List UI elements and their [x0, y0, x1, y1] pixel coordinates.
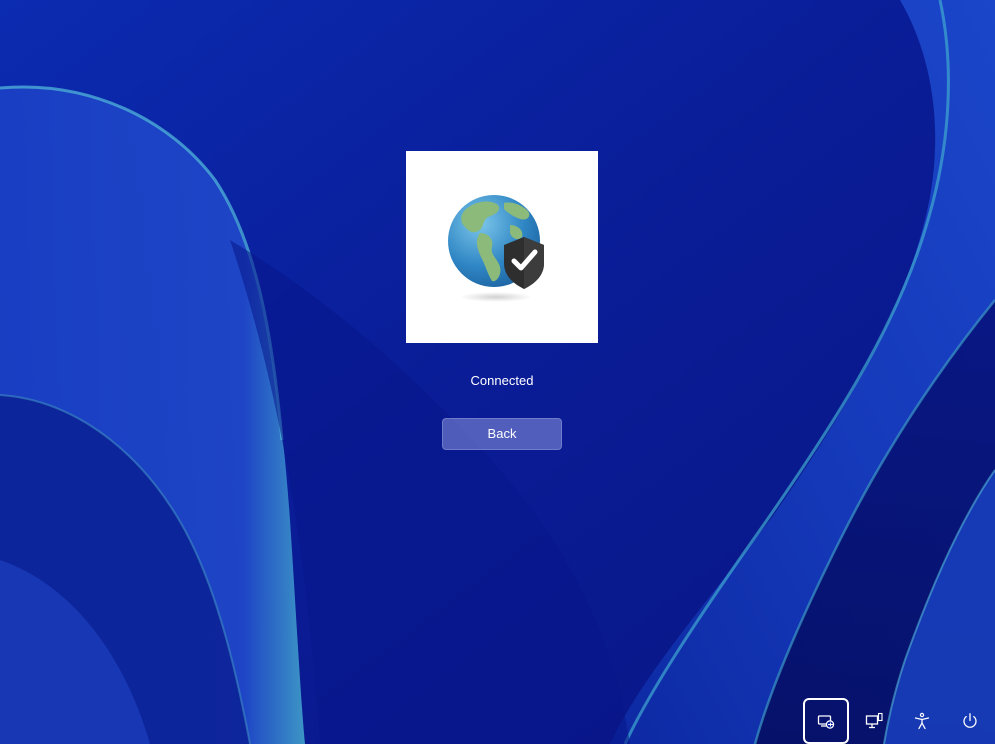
back-button[interactable]: Back: [442, 418, 562, 450]
power-button[interactable]: [947, 698, 993, 744]
network-button[interactable]: [803, 698, 849, 744]
connection-status-text: Connected: [470, 373, 534, 388]
lock-screen: Connected Back: [0, 0, 995, 744]
globe-shield-check-icon: [448, 195, 544, 302]
power-icon: [963, 713, 977, 728]
network-icon: [817, 715, 835, 729]
wallpaper: [0, 0, 995, 744]
accessibility-icon: [914, 712, 930, 730]
remote-desktop-button[interactable]: [851, 698, 897, 744]
network-status-tile: [406, 151, 598, 343]
remote-desktop-icon: [865, 712, 883, 729]
accessibility-button[interactable]: [899, 698, 945, 744]
